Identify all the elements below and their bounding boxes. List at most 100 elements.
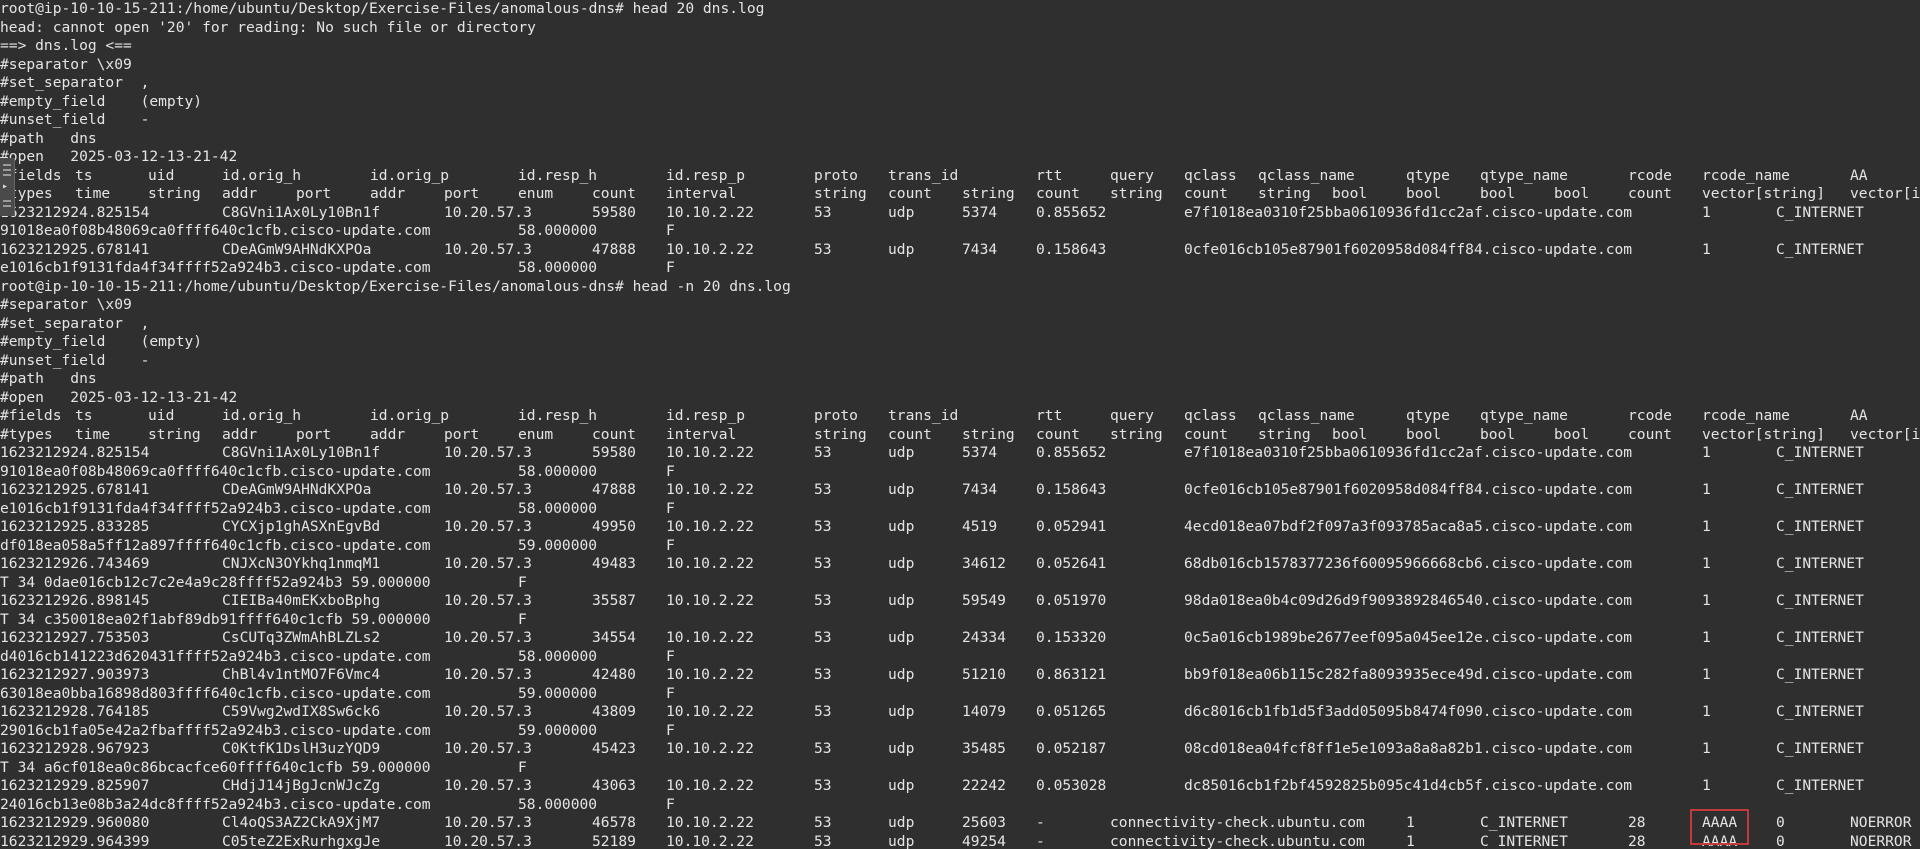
terminal-line: #unset_field -	[0, 111, 150, 128]
log-field: udp	[888, 740, 915, 757]
log-field: 58.000000	[518, 222, 598, 239]
log-field: 91018ea0f08b48069ca0ffff640c1cfb.cisco-u…	[0, 462, 431, 480]
log-field: C_INTERNET	[1776, 518, 1864, 535]
log-field: CIEIBa40mEKxboBphg	[222, 592, 381, 609]
log-field: F	[666, 222, 675, 239]
log-field: C_INTERNET	[1480, 832, 1568, 849]
log-field: 59.000000	[518, 684, 598, 702]
log-field: F	[666, 259, 675, 276]
log-field: T 34 c350018ea02f1abf89db91ffff640c1cfb …	[0, 610, 431, 628]
terminal-line: e1016cb1f9131fda4f34ffff52a924b3.cisco-u…	[0, 500, 1920, 518]
log-field: NOERROR	[1850, 814, 1912, 831]
log-field: 49950	[592, 518, 636, 535]
log-field: string	[1110, 185, 1163, 202]
log-field: 42480	[592, 666, 636, 683]
terminal-line: #separator \x09	[0, 296, 132, 313]
log-field: 0.052641	[1036, 555, 1107, 572]
log-field: 0.153320	[1036, 629, 1107, 646]
log-field: qclass_name	[1258, 407, 1355, 424]
log-field: 1	[1702, 518, 1711, 535]
log-field: e1016cb1f9131fda4f34ffff52a924b3.cisco-u…	[0, 499, 431, 517]
log-field: 53	[814, 832, 832, 849]
log-field: rtt	[1036, 166, 1063, 184]
terminal-line: 1623212924.825154 C8GVni1Ax0Ly10Bn1f 10.20…	[0, 444, 1920, 462]
terminal-line: 1623212926.743469 CNJXcN3OYkhq1nmqM1 10.20…	[0, 555, 1920, 573]
log-field: udp	[888, 814, 915, 831]
log-field: string	[148, 185, 201, 202]
log-field: C_INTERNET	[1776, 666, 1864, 683]
terminal-line: #empty_field (empty)	[0, 92, 203, 110]
log-field: port	[444, 425, 480, 443]
log-field: C_INTERNET	[1776, 481, 1864, 498]
terminal-line: #set_separator ,	[0, 314, 150, 332]
log-field: -	[1036, 832, 1045, 849]
terminal-window[interactable]: root@ip-10-10-15-211:/home/ubuntu/Deskto…	[0, 0, 1920, 849]
log-field: 10.20.57.3	[444, 777, 532, 794]
log-field: 10.20.57.3	[444, 666, 532, 683]
log-field: query	[1110, 407, 1154, 424]
log-field: 53	[814, 666, 832, 683]
log-field: 10.10.2.22	[666, 777, 754, 794]
log-field: bool	[1480, 185, 1516, 202]
log-field: qclass	[1184, 166, 1237, 184]
side-panel-handle[interactable]: ▸	[0, 158, 15, 216]
log-field: 1623212924.825154	[0, 203, 150, 221]
log-field: 10.10.2.22	[666, 740, 754, 757]
log-field: F	[666, 462, 675, 480]
log-field: string	[1258, 425, 1311, 443]
log-field: 10.20.57.3	[444, 814, 532, 831]
log-field: C0KtfK1DslH3uzYQD9	[222, 740, 381, 757]
log-field: 08cd018ea04fcf8ff1e5e1093a8a8a82b1.cisco…	[1184, 740, 1633, 757]
log-field: 0.863121	[1036, 666, 1107, 683]
log-field: 0.855652	[1036, 203, 1107, 221]
log-field: F	[518, 758, 527, 776]
log-field: trans_id	[888, 166, 959, 184]
terminal-line: #path dns	[0, 370, 97, 387]
log-field: C_INTERNET	[1776, 592, 1864, 609]
log-field: count	[1184, 425, 1228, 443]
log-field: 58.000000	[518, 647, 598, 665]
log-field: AA	[1850, 407, 1868, 424]
log-field: 10.20.57.3	[444, 555, 532, 572]
log-field: 68db016cb1578377236f60095966668cb6.cisco…	[1184, 555, 1633, 572]
terminal-line: 63018ea0bba16898d803ffff640c1cfb.cisco-u…	[0, 685, 1920, 703]
log-field: id.resp_p	[666, 407, 746, 424]
terminal-line: #types time string addr port addr port enum coun…	[0, 185, 1920, 203]
log-field: 52189	[592, 832, 636, 849]
log-field: id.resp_p	[666, 166, 746, 184]
terminal-line: T 34 a6cf018ea0c86bcacfce60ffff640c1cfb …	[0, 759, 1920, 777]
log-field: udp	[888, 444, 915, 461]
log-field: 10.20.57.3	[444, 518, 532, 535]
log-field: 35587	[592, 592, 636, 609]
log-field: udp	[888, 832, 915, 849]
drag-handle-icon	[3, 169, 11, 171]
log-field: 34554	[592, 629, 636, 646]
terminal-line: #set_separator ,	[0, 74, 150, 91]
log-field: id.orig_p	[370, 166, 450, 184]
terminal-line: 1623212924.825154 C8GVni1Ax0Ly10Bn1f 10.20…	[0, 204, 1920, 222]
log-field: string	[148, 425, 201, 443]
log-field: 35485	[962, 740, 1006, 757]
log-field: 58.000000	[518, 499, 598, 517]
log-field: 1	[1406, 832, 1415, 849]
log-field: 10.20.57.3	[444, 203, 532, 221]
terminal-line: ==> dns.log <==	[0, 37, 132, 54]
log-field: 0.052187	[1036, 740, 1107, 757]
log-field: 1	[1702, 481, 1711, 498]
log-field: 5374	[962, 203, 998, 221]
log-field: 53	[814, 444, 832, 461]
log-field: count	[888, 425, 932, 443]
log-field: ts	[75, 166, 93, 184]
log-field: qtype_name	[1480, 166, 1568, 184]
log-field: C8GVni1Ax0Ly10Bn1f	[222, 444, 381, 461]
log-field: 0c5a016cb1989be2677eef095a045ee12e.cisco…	[1184, 629, 1633, 646]
log-field: count	[1184, 185, 1228, 202]
log-field: bool	[1332, 425, 1368, 443]
log-field: 10.10.2.22	[666, 444, 754, 461]
log-field: 53	[814, 814, 832, 831]
log-field: bool	[1332, 185, 1368, 202]
log-field: F	[518, 573, 527, 591]
terminal-line: #path dns	[0, 129, 97, 147]
log-field: 1623212929.964399	[0, 832, 150, 849]
terminal-line: df018ea058a5ff12a897ffff640c1cfb.cisco-u…	[0, 537, 1920, 555]
